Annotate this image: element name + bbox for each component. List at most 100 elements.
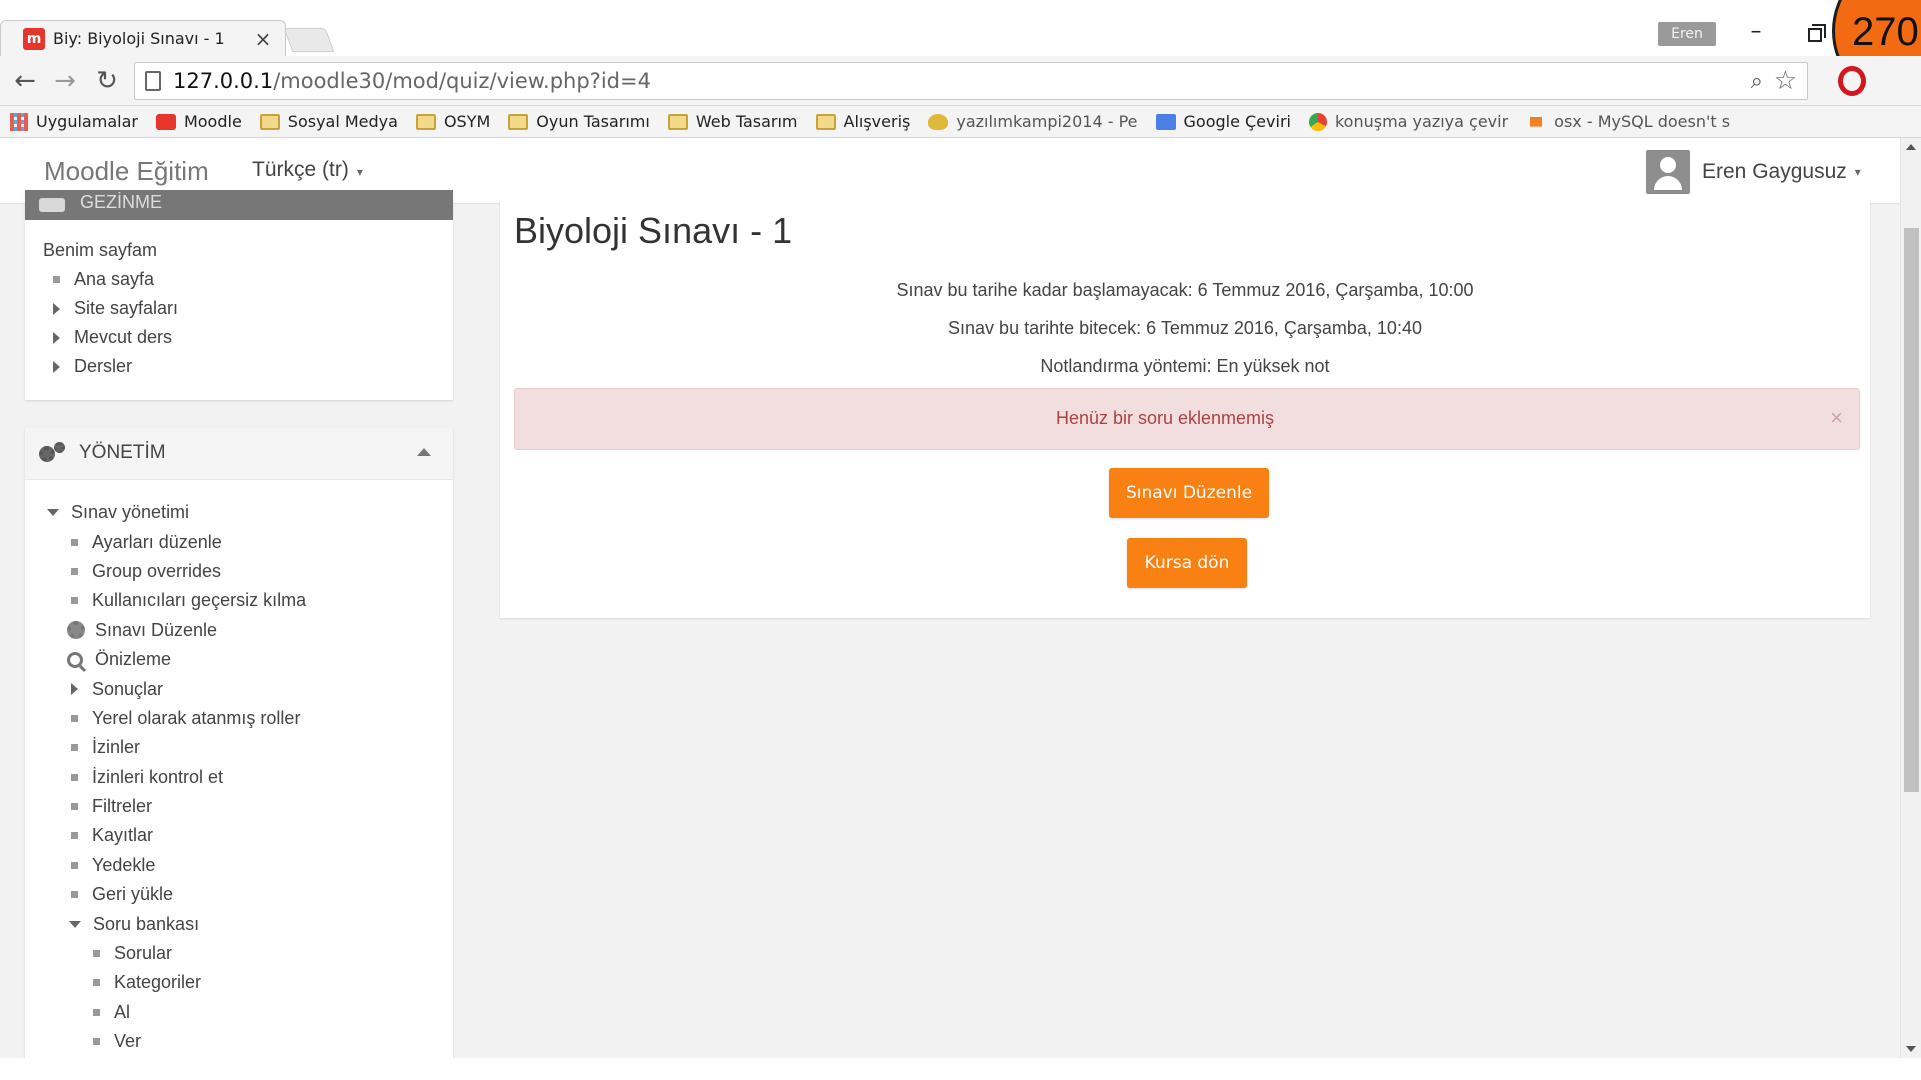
language-menu[interactable]: Türkçe (tr) ▾ xyxy=(252,158,363,182)
profile-chip[interactable]: Eren xyxy=(1658,22,1716,46)
moodle-favicon-icon: m xyxy=(23,27,45,50)
admin-item-questions[interactable]: Sorular xyxy=(43,939,453,968)
nav-item-label: Mevcut ders xyxy=(74,327,173,347)
navigation-block-header[interactable]: GEZİNME xyxy=(25,190,453,220)
bullet-icon xyxy=(71,803,78,811)
admin-item-label: Kayıtlar xyxy=(92,825,154,846)
bookmark-label: osx - MySQL doesn't s xyxy=(1554,112,1731,131)
bookmark-label: Web Tasarım xyxy=(695,112,798,131)
admin-item-preview[interactable]: Önizleme xyxy=(43,645,453,674)
nav-item-courses[interactable]: Dersler xyxy=(43,352,453,381)
admin-item-label: Al xyxy=(114,1001,131,1022)
folder-icon xyxy=(508,113,529,130)
minimize-button[interactable]: – xyxy=(1744,21,1768,46)
page-title: Biyoloji Sınavı - 1 xyxy=(514,210,793,251)
bullet-icon xyxy=(93,1038,100,1046)
admin-item-label: Yedekle xyxy=(92,854,156,875)
admin-item-check-permissions[interactable]: İzinleri kontrol et xyxy=(43,763,453,792)
alert-text: Henüz bir soru eklenmemiş xyxy=(1055,408,1275,428)
bullet-icon xyxy=(93,979,100,987)
collapse-arrow-icon xyxy=(69,920,81,928)
admin-item-import[interactable]: Al xyxy=(43,998,453,1027)
scroll-down-arrow-icon[interactable] xyxy=(1906,1046,1916,1052)
scroll-up-arrow-icon[interactable] xyxy=(1906,144,1916,150)
bookmark-folder[interactable]: Alışveriş xyxy=(815,112,911,131)
browser-tab[interactable]: m Biy: Biyoloji Sınavı - 1 × xyxy=(0,20,286,56)
admin-item-categories[interactable]: Kategoriler xyxy=(43,968,453,997)
folder-icon xyxy=(415,113,436,130)
admin-item-backup[interactable]: Yedekle xyxy=(43,851,453,880)
collapse-caret-icon[interactable] xyxy=(417,448,431,456)
admin-item-filters[interactable]: Filtreler xyxy=(43,792,453,821)
bookmark-folder[interactable]: Web Tasarım xyxy=(667,112,798,131)
reload-icon[interactable]: ↻ xyxy=(92,66,122,96)
admin-item-label: Yerel olarak atanmış roller xyxy=(92,707,301,728)
bookmark-label: OSYM xyxy=(443,112,491,131)
browser-titlebar: m Biy: Biyoloji Sınavı - 1 × Eren – 270 xyxy=(0,0,1921,106)
admin-item-question-bank[interactable]: Soru bankası xyxy=(43,909,453,938)
sitemap-icon xyxy=(39,198,65,212)
back-to-course-button[interactable]: Kursa dön xyxy=(1127,538,1247,588)
admin-item-local-roles[interactable]: Yerel olarak atanmış roller xyxy=(43,704,453,733)
restore-window-button[interactable] xyxy=(1808,24,1826,42)
bookmark-label: Google Çeviri xyxy=(1183,112,1291,131)
bookmark-link[interactable]: osx - MySQL doesn't s xyxy=(1526,112,1730,131)
administration-block-header[interactable]: YÖNETİM xyxy=(25,428,453,480)
bookmark-folder[interactable]: OSYM xyxy=(415,112,491,131)
folder-icon xyxy=(815,113,836,130)
extension-icon[interactable] xyxy=(1838,66,1866,96)
back-arrow-icon[interactable]: ← xyxy=(10,66,40,96)
chevron-down-icon: ▾ xyxy=(1854,165,1861,179)
admin-item-restore[interactable]: Geri yükle xyxy=(43,880,453,909)
new-tab-button[interactable] xyxy=(283,28,335,52)
bullet-icon xyxy=(71,861,78,869)
admin-item-edit-quiz[interactable]: Sınavı Düzenle xyxy=(43,616,453,645)
forward-arrow-icon[interactable]: → xyxy=(50,66,80,96)
admin-item-permissions[interactable]: İzinler xyxy=(43,733,453,762)
bookmark-link[interactable]: yazılımkampi2014 - Pe xyxy=(928,112,1138,131)
navigation-list: Benim sayfam Ana sayfa Site sayfaları Me… xyxy=(25,220,453,381)
quiz-open-date: Sınav bu tarihe kadar başlamayacak: 6 Te… xyxy=(896,280,1474,300)
nav-item-my-page[interactable]: Benim sayfam xyxy=(43,236,453,265)
bookmark-label: Uygulamalar xyxy=(36,112,138,131)
bullet-icon xyxy=(71,773,78,781)
url-path: /moodle30/mod/quiz/view.php?id=4 xyxy=(273,69,651,93)
admin-item-results[interactable]: Sonuçlar xyxy=(43,674,453,703)
url-bar[interactable]: 127.0.0.1/moodle30/mod/quiz/view.php?id=… xyxy=(134,62,1808,100)
bookmark-moodle[interactable]: Moodle xyxy=(155,112,242,131)
bookmark-apps[interactable]: Uygulamalar xyxy=(10,112,138,131)
bookmark-star-icon[interactable]: ☆ xyxy=(1774,66,1797,96)
site-brand[interactable]: Moodle Eğitim xyxy=(44,156,209,187)
admin-item-label: Ver xyxy=(114,1031,142,1052)
user-menu[interactable]: Eren Gaygusuz ▾ xyxy=(1646,150,1861,194)
tab-close-icon[interactable]: × xyxy=(253,27,273,51)
admin-item-edit-settings[interactable]: Ayarları düzenle xyxy=(43,527,453,556)
language-label: Türkçe (tr) xyxy=(252,158,349,181)
admin-item-export[interactable]: Ver xyxy=(43,1027,453,1056)
gears-icon xyxy=(39,442,65,466)
admin-item-group-overrides[interactable]: Group overrides xyxy=(43,557,453,586)
close-icon[interactable]: × xyxy=(1830,405,1843,431)
bookmark-link[interactable]: konuşma yazıya çevir xyxy=(1308,112,1509,131)
scrollbar-thumb[interactable] xyxy=(1904,228,1919,792)
page-scrollbar[interactable] xyxy=(1900,138,1921,1058)
bullet-icon xyxy=(71,832,78,840)
bullet-icon xyxy=(71,597,78,605)
bookmark-label: Alışveriş xyxy=(843,112,911,131)
quiz-close-date: Sınav bu tarihte bitecek: 6 Temmuz 2016,… xyxy=(948,318,1422,338)
admin-item-user-overrides[interactable]: Kullanıcıları geçersiz kılma xyxy=(43,586,453,615)
nav-item-site-pages[interactable]: Site sayfaları xyxy=(43,294,453,323)
edit-quiz-button[interactable]: Sınavı Düzenle xyxy=(1109,468,1269,518)
admin-item-logs[interactable]: Kayıtlar xyxy=(43,821,453,850)
nav-item-current-course[interactable]: Mevcut ders xyxy=(43,323,453,352)
bookmark-folder[interactable]: Sosyal Medya xyxy=(259,112,398,131)
admin-item-label: Sorular xyxy=(114,943,173,964)
bookmark-link[interactable]: Google Çeviri xyxy=(1155,112,1291,131)
zoom-icon[interactable]: ⌕ xyxy=(1751,69,1763,94)
bookmark-folder[interactable]: Oyun Tasarımı xyxy=(508,112,650,131)
expand-arrow-icon xyxy=(53,331,60,344)
avatar xyxy=(1646,150,1690,194)
nav-item-home[interactable]: Ana sayfa xyxy=(43,265,453,294)
bookmark-label: konuşma yazıya çevir xyxy=(1334,112,1509,131)
admin-item-quiz-admin[interactable]: Sınav yönetimi xyxy=(43,498,453,527)
